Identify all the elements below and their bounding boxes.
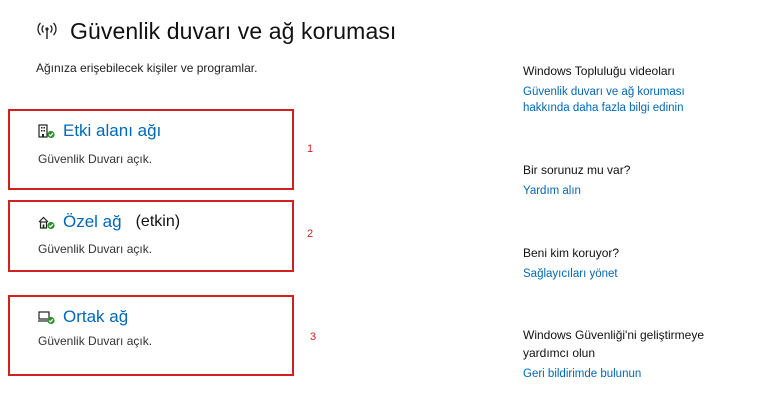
network-link-domain[interactable]: Etki alanı ağı (63, 121, 161, 141)
annotation-marker-1: 1 (307, 143, 314, 155)
active-network-label: (etkin) (135, 213, 181, 230)
sidebar-section-feedback: Windows Güvenliği'ni geliştirmeye yardım… (523, 326, 704, 382)
sidebar-heading: Windows Topluluğu videoları (523, 64, 675, 78)
domain-network-icon (38, 123, 55, 139)
sidebar-heading-line1: Windows Güvenliği'ni geliştirmeye (523, 328, 705, 342)
network-card-domain[interactable]: Etki alanı ağı Güvenlik Duvarı açık. (8, 109, 294, 190)
learn-more-link[interactable]: Güvenlik duvarı ve ağ koruması hakkında … (523, 84, 685, 116)
firewall-status: Güvenlik Duvarı açık. (38, 152, 153, 166)
page-header: Güvenlik duvarı ve ağ koruması (36, 18, 396, 45)
network-link-private[interactable]: Özel ağ (63, 212, 122, 232)
learn-more-link-line2: hakkında daha fazla bilgi edinin (523, 102, 684, 114)
public-network-icon (38, 310, 55, 325)
page-subtitle: Ağınıza erişebilecek kişiler ve programl… (36, 61, 258, 75)
network-link-public[interactable]: Ortak ağ (63, 307, 128, 327)
sidebar-heading: Bir sorunuz mu var? (523, 163, 631, 177)
sidebar-heading: Beni kim koruyor? (523, 246, 620, 260)
page-title: Güvenlik duvarı ve ağ koruması (70, 18, 397, 44)
annotation-marker-2: 2 (307, 228, 314, 240)
sidebar-section-community: Windows Topluluğu videoları Güvenlik duv… (523, 62, 685, 116)
network-card-public[interactable]: Ortak ağ Güvenlik Duvarı açık. (8, 295, 294, 376)
firewall-status: Güvenlik Duvarı açık. (38, 242, 153, 256)
annotation-marker-3: 3 (310, 331, 317, 343)
firewall-status: Güvenlik Duvarı açık. (38, 334, 153, 348)
get-help-link[interactable]: Yardım alın (523, 183, 630, 199)
learn-more-link-line1: Güvenlik duvarı ve ağ koruması (523, 86, 685, 98)
give-feedback-link[interactable]: Geri bildirimde bulunun (523, 366, 704, 382)
sidebar-heading-line2: yardımcı olun (523, 346, 596, 360)
sidebar-section-question: Bir sorunuz mu var? Yardım alın (523, 161, 630, 199)
sidebar-section-providers: Beni kim koruyor? Sağlayıcıları yönet (523, 244, 619, 282)
wifi-antenna-icon (36, 21, 58, 43)
manage-providers-link[interactable]: Sağlayıcıları yönet (523, 266, 619, 282)
network-card-private[interactable]: Özel ağ (etkin) Güvenlik Duvarı açık. (8, 200, 294, 272)
private-network-icon (38, 215, 55, 230)
